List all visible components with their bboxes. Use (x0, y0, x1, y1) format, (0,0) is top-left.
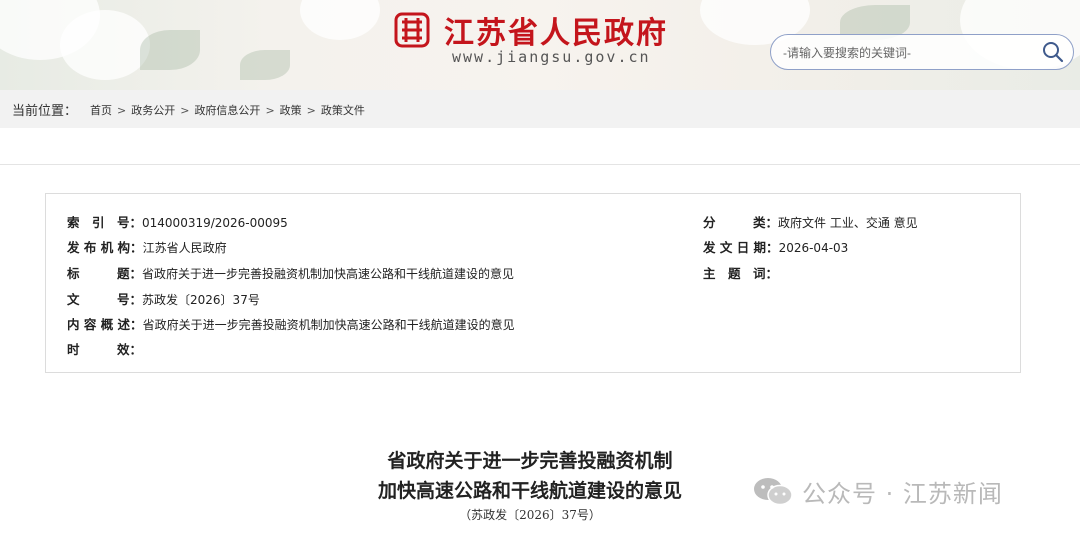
search-input[interactable] (781, 41, 1035, 65)
wechat-icon (754, 478, 793, 506)
meta-summary-value: 省政府关于进一步完善投融资机制加快高速公路和干线航道建设的意见 (142, 318, 515, 332)
meta-publisher: 发 布 机 构：江苏省人民政府 (67, 237, 227, 256)
decor-petal (60, 10, 150, 80)
meta-title-key: 标 题： (67, 266, 143, 281)
meta-subject: 主 题 词： (703, 263, 778, 282)
meta-publisher-value: 江苏省人民政府 (142, 241, 227, 255)
breadcrumb-bar: 当前位置： 首页 > 政务公开 > 政府信息公开 > 政策 > 政策文件 (0, 90, 1080, 128)
breadcrumb-item-policy[interactable]: 政策 (280, 104, 302, 117)
breadcrumb-separator: > (306, 104, 316, 117)
breadcrumb-item-government-info[interactable]: 政府信息公开 (194, 104, 260, 117)
breadcrumb-item-policy-documents[interactable]: 政策文件 (321, 104, 365, 117)
meta-docno-key: 文 号： (67, 292, 143, 307)
breadcrumb-separator: > (180, 104, 190, 117)
meta-date-key: 发 文 日 期： (703, 240, 779, 255)
meta-category-value: 政府文件 工业、交通 意见 (778, 216, 918, 230)
meta-validity: 时 效： (67, 339, 142, 358)
meta-category-key: 分 类： (703, 215, 779, 230)
meta-date: 发 文 日 期：2026-04-03 (703, 237, 848, 256)
meta-index: 索 引 号：014000319/2026-00095 (67, 212, 288, 231)
document-title-line-2: 加快高速公路和干线航道建设的意见 (377, 480, 682, 502)
search-box (770, 34, 1074, 70)
meta-publisher-key: 发 布 机 构： (67, 240, 143, 255)
breadcrumb-separator: > (265, 104, 275, 117)
breadcrumb-item-home[interactable]: 首页 (90, 104, 112, 117)
meta-index-key: 索 引 号： (67, 215, 143, 230)
decor-leaf (240, 50, 290, 80)
site-brand[interactable]: 江苏省人民政府 www.jiangsu.gov.cn (392, 8, 692, 68)
breadcrumb-separator: > (117, 104, 127, 117)
breadcrumb-item-open-government[interactable]: 政务公开 (131, 104, 175, 117)
government-emblem-icon (394, 12, 430, 48)
meta-docno-value: 苏政发〔2026〕37号 (142, 293, 260, 307)
site-url: www.jiangsu.gov.cn (452, 48, 651, 66)
meta-summary: 内 容 概 述：省政府关于进一步完善投融资机制加快高速公路和干线航道建设的意见 (67, 314, 515, 333)
site-header: 江苏省人民政府 www.jiangsu.gov.cn (0, 0, 1080, 90)
meta-summary-key: 内 容 概 述： (67, 317, 143, 332)
breadcrumb-label: 当前位置： (12, 104, 78, 119)
document-title: 省政府关于进一步完善投融资机制 加快高速公路和干线航道建设的意见 (300, 446, 760, 506)
site-name: 江苏省人民政府 (444, 16, 668, 51)
decor-leaf (140, 30, 200, 70)
watermark-text: 公众号 · 江苏新闻 (802, 480, 1003, 508)
meta-docno: 文 号：苏政发〔2026〕37号 (67, 289, 260, 308)
meta-title-value: 省政府关于进一步完善投融资机制加快高速公路和干线航道建设的意见 (142, 267, 515, 281)
meta-date-value: 2026-04-03 (778, 241, 849, 255)
decor-petal (300, 0, 380, 40)
meta-subject-key: 主 题 词： (703, 266, 779, 281)
search-icon[interactable] (1041, 40, 1065, 64)
meta-index-value: 014000319/2026-00095 (142, 216, 288, 230)
document-title-line-1: 省政府关于进一步完善投融资机制 (387, 450, 673, 472)
breadcrumb: 首页 > 政务公开 > 政府信息公开 > 政策 > 政策文件 (90, 102, 365, 118)
meta-validity-key: 时 效： (67, 342, 143, 357)
meta-category: 分 类：政府文件 工业、交通 意见 (703, 212, 918, 231)
document-number: （苏政发〔2026〕37号） (459, 508, 601, 522)
meta-title: 标 题：省政府关于进一步完善投融资机制加快高速公路和干线航道建设的意见 (67, 263, 514, 282)
